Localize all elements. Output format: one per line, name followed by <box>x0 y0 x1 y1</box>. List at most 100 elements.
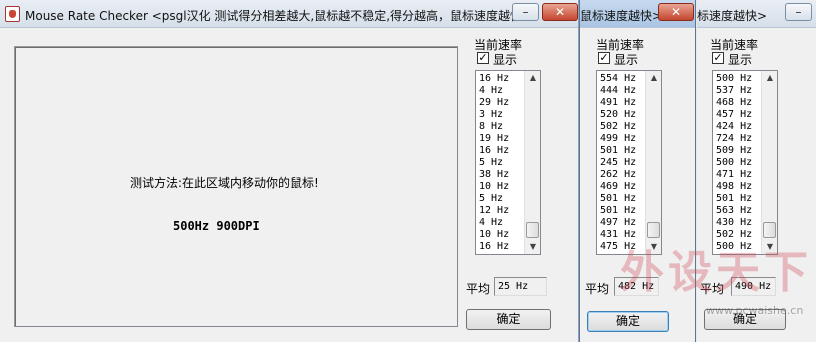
second-show-checkbox-label: 显示 <box>614 53 639 67</box>
scroll-down-arrow-icon[interactable]: ▼ <box>525 240 540 254</box>
rate-list-item[interactable]: 5 Hz <box>479 157 522 169</box>
third-average-value-field: 490 Hz <box>731 277 776 296</box>
third-ok-button[interactable]: 确定 <box>704 309 786 330</box>
main-client-area: 测试方法:在此区域内移动你的鼠标! 500Hz 900DPI 当前速率 ✓ 显示… <box>0 29 578 342</box>
close-button[interactable]: ✕ <box>542 3 578 21</box>
second-window: 鼠标速度越快> ✕ 当前速率 ✓ 显示 554 Hz 444 Hz 491 Hz 52… <box>579 0 696 342</box>
third-window: 标速度越快> – 当前速率 ✓ 显示 500 Hz 537 Hz 468 Hz 457… <box>697 0 816 342</box>
rate-list-item[interactable]: 502 Hz <box>716 229 759 241</box>
rate-list-item[interactable]: 424 Hz <box>716 121 759 133</box>
second-window-title: 鼠标速度越快> <box>580 9 663 23</box>
rate-listbox[interactable]: 16 Hz 4 Hz 29 Hz 3 Hz 8 Hz 19 Hz 16 Hz 5 Hz 38 H… <box>475 70 541 255</box>
third-rate-listbox[interactable]: 500 Hz 537 Hz 468 Hz 457 Hz 424 Hz 724 Hz 509 … <box>712 70 778 255</box>
rate-list-item[interactable]: 501 Hz <box>600 205 643 217</box>
rate-list-item[interactable]: 491 Hz <box>600 97 643 109</box>
rate-list-item[interactable]: 499 Hz <box>600 133 643 145</box>
rate-list-item[interactable]: 16 Hz <box>479 241 522 253</box>
rate-list-item[interactable]: 500 Hz <box>716 157 759 169</box>
rate-list-item[interactable]: 444 Hz <box>600 85 643 97</box>
scroll-up-arrow-icon[interactable]: ▲ <box>646 71 661 85</box>
rate-list-item[interactable]: 16 Hz <box>479 145 522 157</box>
third-show-checkbox-label: 显示 <box>728 53 753 67</box>
rate-list-item[interactable]: 520 Hz <box>600 109 643 121</box>
average-value-field: 25 Hz <box>494 277 547 296</box>
scroll-thumb[interactable] <box>647 222 660 238</box>
rate-list-item[interactable]: 498 Hz <box>716 181 759 193</box>
scroll-thumb[interactable] <box>526 222 539 238</box>
rate-list-item[interactable]: 471 Hz <box>716 169 759 181</box>
rate-list-item[interactable]: 4 Hz <box>479 85 522 97</box>
average-label: 平均 <box>466 282 491 296</box>
mouse-test-area[interactable]: 测试方法:在此区域内移动你的鼠标! 500Hz 900DPI <box>14 46 458 327</box>
second-average-label: 平均 <box>585 282 610 296</box>
rate-list-item[interactable]: 16 Hz <box>479 73 522 85</box>
rate-list-item[interactable]: 457 Hz <box>716 109 759 121</box>
rate-list-item[interactable]: 502 Hz <box>600 121 643 133</box>
rate-list-item[interactable]: 563 Hz <box>716 205 759 217</box>
third-rate-list-scrollbar[interactable]: ▲ ▼ <box>761 71 777 254</box>
rate-list-item[interactable]: 3 Hz <box>479 109 522 121</box>
rate-list-items: 16 Hz 4 Hz 29 Hz 3 Hz 8 Hz 19 Hz 16 Hz 5 Hz 38 H… <box>479 73 522 253</box>
second-ok-button[interactable]: 确定 <box>587 311 669 332</box>
rate-list-item[interactable]: 475 Hz <box>600 241 643 253</box>
second-rate-listbox[interactable]: 554 Hz 444 Hz 491 Hz 520 Hz 502 Hz 499 Hz 501 … <box>596 70 662 255</box>
second-rate-list-items: 554 Hz 444 Hz 491 Hz 520 Hz 502 Hz 499 Hz 501 … <box>600 73 643 253</box>
rate-list-item[interactable]: 509 Hz <box>716 145 759 157</box>
rate-list-item[interactable]: 10 Hz <box>479 181 522 193</box>
scroll-thumb[interactable] <box>763 222 776 238</box>
rate-list-item[interactable]: 262 Hz <box>600 169 643 181</box>
third-show-checkbox[interactable]: ✓ <box>712 52 724 64</box>
ok-button[interactable]: 确定 <box>466 309 551 330</box>
main-window: Mouse Rate Checker <psgl汉化 测试得分相差越大,鼠标越不… <box>0 0 579 342</box>
rate-list-item[interactable]: 4 Hz <box>479 217 522 229</box>
scroll-up-arrow-icon[interactable]: ▲ <box>525 71 540 85</box>
rate-list-item[interactable]: 501 Hz <box>716 193 759 205</box>
checkmark-icon: ✓ <box>478 51 488 64</box>
rate-list-item[interactable]: 537 Hz <box>716 85 759 97</box>
second-client-area: 当前速率 ✓ 显示 554 Hz 444 Hz 491 Hz 520 Hz 502 Hz… <box>580 29 695 342</box>
third-window-title: 标速度越快> <box>697 9 768 23</box>
rate-list-item[interactable]: 29 Hz <box>479 97 522 109</box>
rate-list-item[interactable]: 8 Hz <box>479 121 522 133</box>
third-rate-list-items: 500 Hz 537 Hz 468 Hz 457 Hz 424 Hz 724 Hz 509 … <box>716 73 759 253</box>
show-checkbox-label: 显示 <box>493 53 518 67</box>
checkmark-icon: ✓ <box>599 51 609 64</box>
test-result-text: 500Hz 900DPI <box>173 219 260 233</box>
rate-list-item[interactable]: 724 Hz <box>716 133 759 145</box>
scroll-up-arrow-icon[interactable]: ▲ <box>762 71 777 85</box>
rate-list-item[interactable]: 500 Hz <box>716 241 759 253</box>
test-instruction-text: 测试方法:在此区域内移动你的鼠标! <box>130 176 319 190</box>
second-close-button[interactable]: ✕ <box>658 3 694 21</box>
mouse-app-icon[interactable] <box>5 6 20 22</box>
third-title-bar[interactable]: 标速度越快> – <box>697 0 816 28</box>
third-client-area: 当前速率 ✓ 显示 500 Hz 537 Hz 468 Hz 457 Hz 424 Hz… <box>697 29 816 342</box>
checkmark-icon: ✓ <box>713 51 723 64</box>
rate-list-item[interactable]: 554 Hz <box>600 73 643 85</box>
third-average-label: 平均 <box>700 282 725 296</box>
third-minimize-button[interactable]: – <box>785 3 812 21</box>
main-title-bar[interactable]: Mouse Rate Checker <psgl汉化 测试得分相差越大,鼠标越不… <box>0 0 578 28</box>
rate-list-item[interactable]: 501 Hz <box>600 193 643 205</box>
rate-list-item[interactable]: 501 Hz <box>600 145 643 157</box>
rate-list-item[interactable]: 497 Hz <box>600 217 643 229</box>
rate-list-item[interactable]: 469 Hz <box>600 181 643 193</box>
minimize-button[interactable]: – <box>512 3 539 21</box>
scroll-down-arrow-icon[interactable]: ▼ <box>762 240 777 254</box>
rate-list-item[interactable]: 245 Hz <box>600 157 643 169</box>
second-average-value-field: 482 Hz <box>614 277 659 296</box>
rate-list-item[interactable]: 430 Hz <box>716 217 759 229</box>
rate-list-item[interactable]: 19 Hz <box>479 133 522 145</box>
rate-list-item[interactable]: 38 Hz <box>479 169 522 181</box>
scroll-down-arrow-icon[interactable]: ▼ <box>646 240 661 254</box>
rate-list-scrollbar[interactable]: ▲ ▼ <box>524 71 540 254</box>
rate-list-item[interactable]: 5 Hz <box>479 193 522 205</box>
rate-list-item[interactable]: 12 Hz <box>479 205 522 217</box>
second-rate-list-scrollbar[interactable]: ▲ ▼ <box>645 71 661 254</box>
rate-list-item[interactable]: 431 Hz <box>600 229 643 241</box>
second-title-bar[interactable]: 鼠标速度越快> ✕ <box>580 0 695 28</box>
rate-list-item[interactable]: 468 Hz <box>716 97 759 109</box>
rate-list-item[interactable]: 10 Hz <box>479 229 522 241</box>
second-show-checkbox[interactable]: ✓ <box>598 52 610 64</box>
rate-list-item[interactable]: 500 Hz <box>716 73 759 85</box>
show-checkbox[interactable]: ✓ <box>477 52 489 64</box>
